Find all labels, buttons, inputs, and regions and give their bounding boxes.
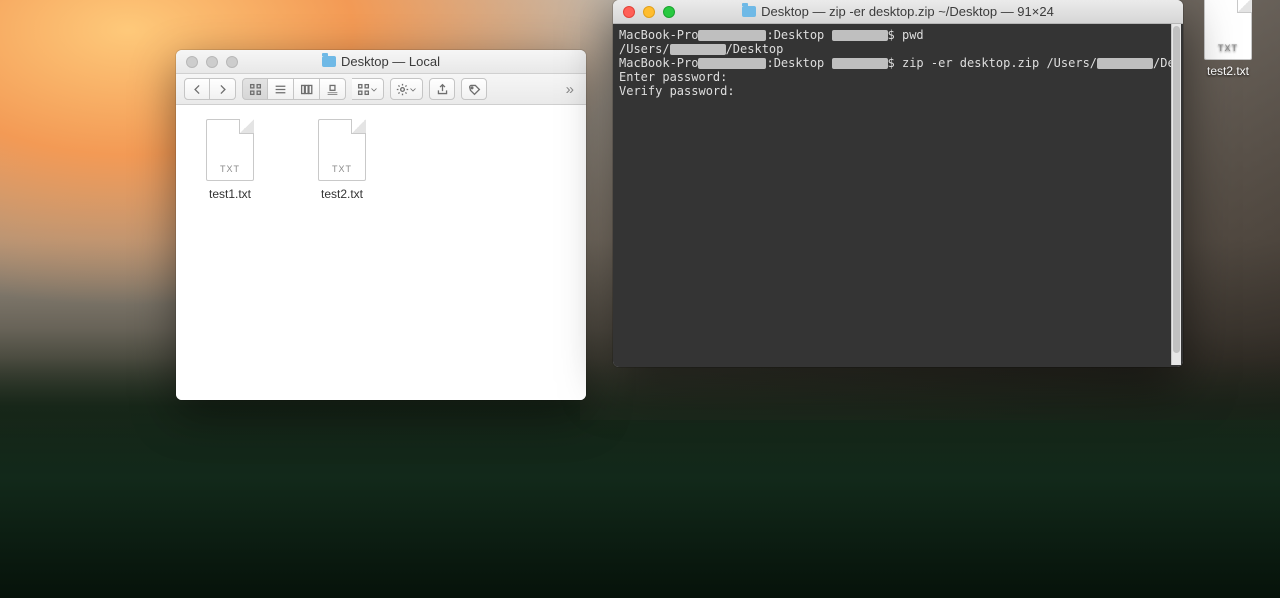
term-text: /Desktop: [726, 42, 784, 56]
terminal-body[interactable]: MacBook-Pro :Desktop $ pwd /Users/ /Deskto…: [613, 24, 1183, 367]
redacted-text: [832, 30, 888, 41]
file-icon: TXT: [1204, 0, 1252, 60]
terminal-window[interactable]: Desktop — zip -er desktop.zip ~/Desktop …: [613, 0, 1183, 367]
chevron-down-icon: [370, 83, 378, 96]
forward-button[interactable]: [210, 78, 236, 100]
term-text: /Users/: [619, 42, 670, 56]
terminal-title: Desktop — zip -er desktop.zip ~/Desktop …: [613, 4, 1183, 19]
folder-icon: [742, 6, 756, 17]
terminal-scrollbar[interactable]: [1171, 24, 1181, 365]
finder-traffic-lights: [176, 56, 238, 68]
redacted-text: [698, 58, 766, 69]
file-label: test2.txt: [306, 187, 378, 201]
tags-button[interactable]: [461, 78, 487, 100]
redacted-text: [1097, 58, 1153, 69]
finder-window[interactable]: Desktop — Local: [176, 50, 586, 400]
share-button[interactable]: [429, 78, 455, 100]
folder-icon: [322, 56, 336, 67]
term-text: MacBook-Pro: [619, 56, 698, 70]
term-text: $ pwd: [888, 28, 924, 42]
minimize-button[interactable]: [206, 56, 218, 68]
file-item[interactable]: TXT test2.txt: [306, 119, 378, 201]
finder-title-text: Desktop — Local: [341, 54, 440, 69]
grid-icon: [249, 83, 262, 96]
toolbar-overflow[interactable]: »: [562, 81, 578, 98]
chevron-down-icon: [409, 83, 417, 96]
redacted-text: [670, 44, 726, 55]
coverflow-icon: [326, 83, 339, 96]
arrange-seg: [352, 78, 384, 100]
finder-body[interactable]: TXT test1.txt TXT test2.txt: [176, 105, 586, 400]
tag-icon: [468, 83, 481, 96]
desktop-file-label: test2.txt: [1188, 64, 1268, 78]
file-icon: TXT: [206, 119, 254, 181]
column-view-button[interactable]: [294, 78, 320, 100]
icon-view-button[interactable]: [242, 78, 268, 100]
term-text: Enter password:: [619, 70, 727, 84]
terminal-title-text: Desktop — zip -er desktop.zip ~/Desktop …: [761, 4, 1054, 19]
close-button[interactable]: [186, 56, 198, 68]
arrange-button[interactable]: [352, 78, 384, 100]
file-icon: TXT: [318, 119, 366, 181]
arrange-icon: [357, 83, 370, 96]
back-button[interactable]: [184, 78, 210, 100]
desktop: TXT test2.txt Desktop — Local: [0, 0, 1280, 598]
zoom-button[interactable]: [226, 56, 238, 68]
chevron-right-icon: [216, 83, 229, 96]
columns-icon: [300, 83, 313, 96]
share-icon: [436, 83, 449, 96]
term-text: :Desktop: [766, 56, 831, 70]
gear-icon: [396, 83, 409, 96]
chevron-left-icon: [191, 83, 204, 96]
redacted-text: [698, 30, 766, 41]
scrollbar-thumb[interactable]: [1173, 26, 1180, 353]
term-text: $ zip -er desktop.zip /Users/: [888, 56, 1098, 70]
finder-titlebar[interactable]: Desktop — Local: [176, 50, 586, 74]
term-text: Verify password:: [619, 84, 735, 98]
file-ext-label: TXT: [319, 164, 365, 174]
term-text: MacBook-Pro: [619, 28, 698, 42]
terminal-titlebar[interactable]: Desktop — zip -er desktop.zip ~/Desktop …: [613, 0, 1183, 24]
terminal-traffic-lights: [613, 6, 675, 18]
redacted-text: [832, 58, 888, 69]
file-item[interactable]: TXT test1.txt: [194, 119, 266, 201]
view-seg: [242, 78, 346, 100]
file-label: test1.txt: [194, 187, 266, 201]
coverflow-view-button[interactable]: [320, 78, 346, 100]
term-text: :Desktop: [766, 28, 831, 42]
desktop-file-item[interactable]: TXT test2.txt: [1188, 0, 1268, 78]
finder-toolbar: »: [176, 74, 586, 105]
action-button[interactable]: [390, 78, 423, 100]
list-view-button[interactable]: [268, 78, 294, 100]
minimize-button[interactable]: [643, 6, 655, 18]
file-ext-label: TXT: [207, 164, 253, 174]
file-ext-label: TXT: [1205, 43, 1251, 53]
list-icon: [274, 83, 287, 96]
close-button[interactable]: [623, 6, 635, 18]
zoom-button[interactable]: [663, 6, 675, 18]
nav-seg: [184, 78, 236, 100]
